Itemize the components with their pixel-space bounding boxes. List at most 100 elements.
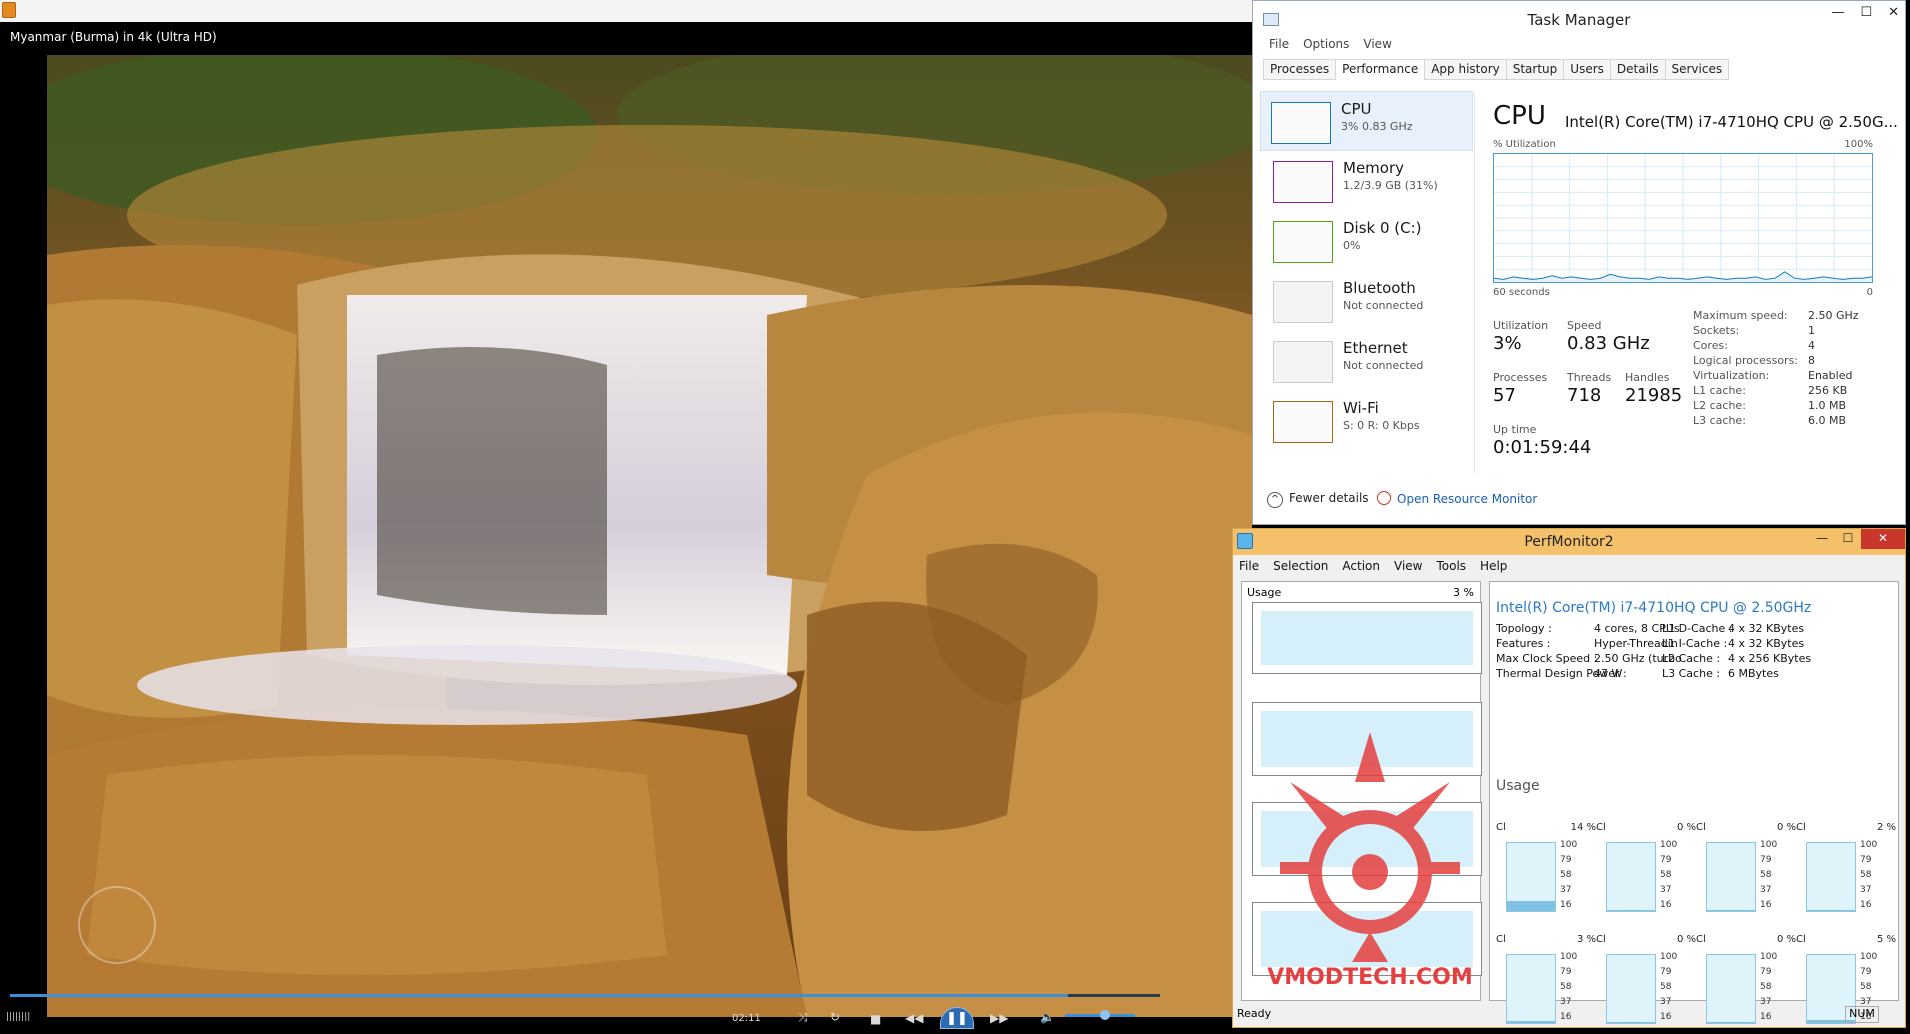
wifi-thumbnail xyxy=(1273,401,1333,443)
cpu-detail-pane: CPU Intel(R) Core(TM) i7-4710HQ CPU @ 2.… xyxy=(1493,93,1898,458)
counter-graph-area xyxy=(1261,711,1473,767)
num-lock-indicator: NUM xyxy=(1845,1006,1879,1023)
tick-label: 79 xyxy=(1760,967,1772,977)
resource-bluetooth[interactable]: Bluetooth Not connected xyxy=(1263,271,1473,331)
counter-graph-area xyxy=(1261,811,1473,867)
info-key: L2 Cache : xyxy=(1662,652,1721,665)
menu-file[interactable]: File xyxy=(1269,37,1289,51)
cpu-utilization-plot xyxy=(1493,154,1873,282)
tick-label: 37 xyxy=(1660,885,1672,895)
resource-memory[interactable]: Memory 1.2/3.9 GB (31%) xyxy=(1263,151,1473,211)
resource-sub: 0% xyxy=(1343,239,1361,252)
tick-label: 100 xyxy=(1560,840,1578,850)
tick-label: 16 xyxy=(1860,900,1872,910)
resource-sub: S: 0 R: 0 Kbps xyxy=(1343,419,1420,432)
maximize-button[interactable]: ☐ xyxy=(1835,529,1861,549)
resource-ethernet[interactable]: Ethernet Not connected xyxy=(1263,331,1473,391)
player-controls: |||||||| 02:11 ⤨ ↻ ■ ◀◀ ❚❚ ▶▶ 🔈 xyxy=(0,990,1252,1029)
pause-button[interactable]: ❚❚ xyxy=(940,1007,974,1029)
tick-label: 58 xyxy=(1560,870,1572,880)
shuffle-icon[interactable]: ⤨ xyxy=(798,1010,808,1024)
menu-view[interactable]: View xyxy=(1394,559,1422,573)
task-manager-window: Task Manager — ☐ ✕ File Options View Pro… xyxy=(1252,0,1906,525)
menu-tools[interactable]: Tools xyxy=(1436,559,1466,573)
handles-label: Handles xyxy=(1625,371,1670,384)
next-icon[interactable]: ▶▶ xyxy=(990,1011,1008,1025)
cpu-model: Intel(R) Core(TM) i7-4710HQ CPU @ 2.50G.… xyxy=(1565,113,1898,131)
info-key: L1 I-Cache : xyxy=(1662,637,1728,650)
volume-knob[interactable] xyxy=(1100,1010,1110,1020)
spec-key: L1 cache: xyxy=(1693,384,1746,397)
resource-disk[interactable]: Disk 0 (C:) 0% xyxy=(1263,211,1473,271)
core-percent: 14 % xyxy=(1570,822,1596,833)
tick-label: 79 xyxy=(1860,855,1872,865)
core-usage-graph: Cl 14 % 100 79 58 37 16 xyxy=(1496,822,1596,922)
menu-selection[interactable]: Selection xyxy=(1273,559,1328,573)
minimize-button[interactable]: — xyxy=(1809,529,1835,549)
maximize-button[interactable]: ☐ xyxy=(1860,5,1872,20)
core-percent: 2 % xyxy=(1876,822,1896,833)
resource-wifi[interactable]: Wi-Fi S: 0 R: 0 Kbps xyxy=(1263,391,1473,451)
menu-file[interactable]: File xyxy=(1239,559,1259,573)
volume-slider[interactable] xyxy=(1065,1010,1135,1020)
info-value: 4 x 32 KBytes xyxy=(1728,637,1805,650)
counter-graph xyxy=(1252,902,1482,976)
fewer-details-link[interactable]: ^ Fewer details xyxy=(1267,491,1369,508)
cpu-header: CPU Intel(R) Core(TM) i7-4710HQ CPU @ 2.… xyxy=(1493,93,1898,141)
core-plot xyxy=(1806,842,1856,912)
stop-icon[interactable]: ■ xyxy=(870,1012,881,1026)
core-label: Cl xyxy=(1696,934,1706,945)
tick-label: 79 xyxy=(1760,855,1772,865)
volume-icon[interactable]: 🔈 xyxy=(1040,1010,1055,1024)
close-button[interactable]: ✕ xyxy=(1861,529,1905,549)
chevron-up-icon: ^ xyxy=(1267,492,1283,508)
media-player-window: Myanmar (Burma) in 4k (Ultra HD) |||||||… xyxy=(0,0,1252,1029)
core-plot xyxy=(1706,842,1756,912)
tab-app-history[interactable]: App history xyxy=(1424,59,1507,80)
open-resource-monitor-link[interactable]: Open Resource Monitor xyxy=(1377,491,1537,506)
pane-divider xyxy=(1474,93,1475,473)
memory-thumbnail xyxy=(1273,161,1333,203)
video-frame[interactable] xyxy=(47,55,1252,1017)
spec-key: Virtualization: xyxy=(1693,369,1770,382)
tab-users[interactable]: Users xyxy=(1563,59,1611,80)
spec-key: Maximum speed: xyxy=(1693,309,1788,322)
core-axis-ticks: 100 79 58 37 16 xyxy=(1860,838,1877,913)
core-usage-fill xyxy=(1607,909,1655,911)
resource-sub: 3% 0.83 GHz xyxy=(1341,120,1413,133)
core-label: Cl xyxy=(1496,934,1506,945)
close-button[interactable]: ✕ xyxy=(1888,5,1899,20)
spec-value: 1.0 MB xyxy=(1808,399,1847,412)
menu-options[interactable]: Options xyxy=(1303,37,1349,51)
core-label: Cl xyxy=(1796,822,1806,833)
threads-label: Threads xyxy=(1567,371,1612,384)
tab-performance[interactable]: Performance xyxy=(1335,59,1426,80)
uptime-value: 0:01:59:44 xyxy=(1493,437,1592,458)
tab-services[interactable]: Services xyxy=(1664,59,1730,80)
tick-label: 58 xyxy=(1760,982,1772,992)
tab-processes[interactable]: Processes xyxy=(1263,59,1337,80)
tick-label: 58 xyxy=(1660,870,1672,880)
seek-bar[interactable] xyxy=(10,994,1160,997)
core-usage-graph: Cl 0 % 100 79 58 37 16 xyxy=(1696,822,1796,922)
usage-label: Usage xyxy=(1247,586,1282,599)
resource-name: CPU xyxy=(1341,100,1372,118)
menu-help[interactable]: Help xyxy=(1480,559,1507,573)
tick-label: 58 xyxy=(1560,982,1572,992)
repeat-icon[interactable]: ↻ xyxy=(830,1010,840,1024)
tick-label: 37 xyxy=(1760,885,1772,895)
grip-icon: |||||||| xyxy=(6,1012,31,1022)
task-manager-title: Task Manager xyxy=(1527,11,1631,29)
player-top-strip xyxy=(0,0,1252,22)
resource-cpu[interactable]: CPU 3% 0.83 GHz xyxy=(1260,91,1473,151)
menu-action[interactable]: Action xyxy=(1342,559,1380,573)
tick-label: 100 xyxy=(1660,952,1678,962)
minimize-button[interactable]: — xyxy=(1831,5,1844,20)
previous-icon[interactable]: ◀◀ xyxy=(905,1011,923,1025)
resource-sub: Not connected xyxy=(1343,359,1424,372)
pause-icon: ❚❚ xyxy=(946,1011,968,1026)
tab-startup[interactable]: Startup xyxy=(1505,59,1565,80)
tick-label: 79 xyxy=(1560,855,1572,865)
menu-view[interactable]: View xyxy=(1363,37,1391,51)
tab-details[interactable]: Details xyxy=(1609,59,1666,80)
